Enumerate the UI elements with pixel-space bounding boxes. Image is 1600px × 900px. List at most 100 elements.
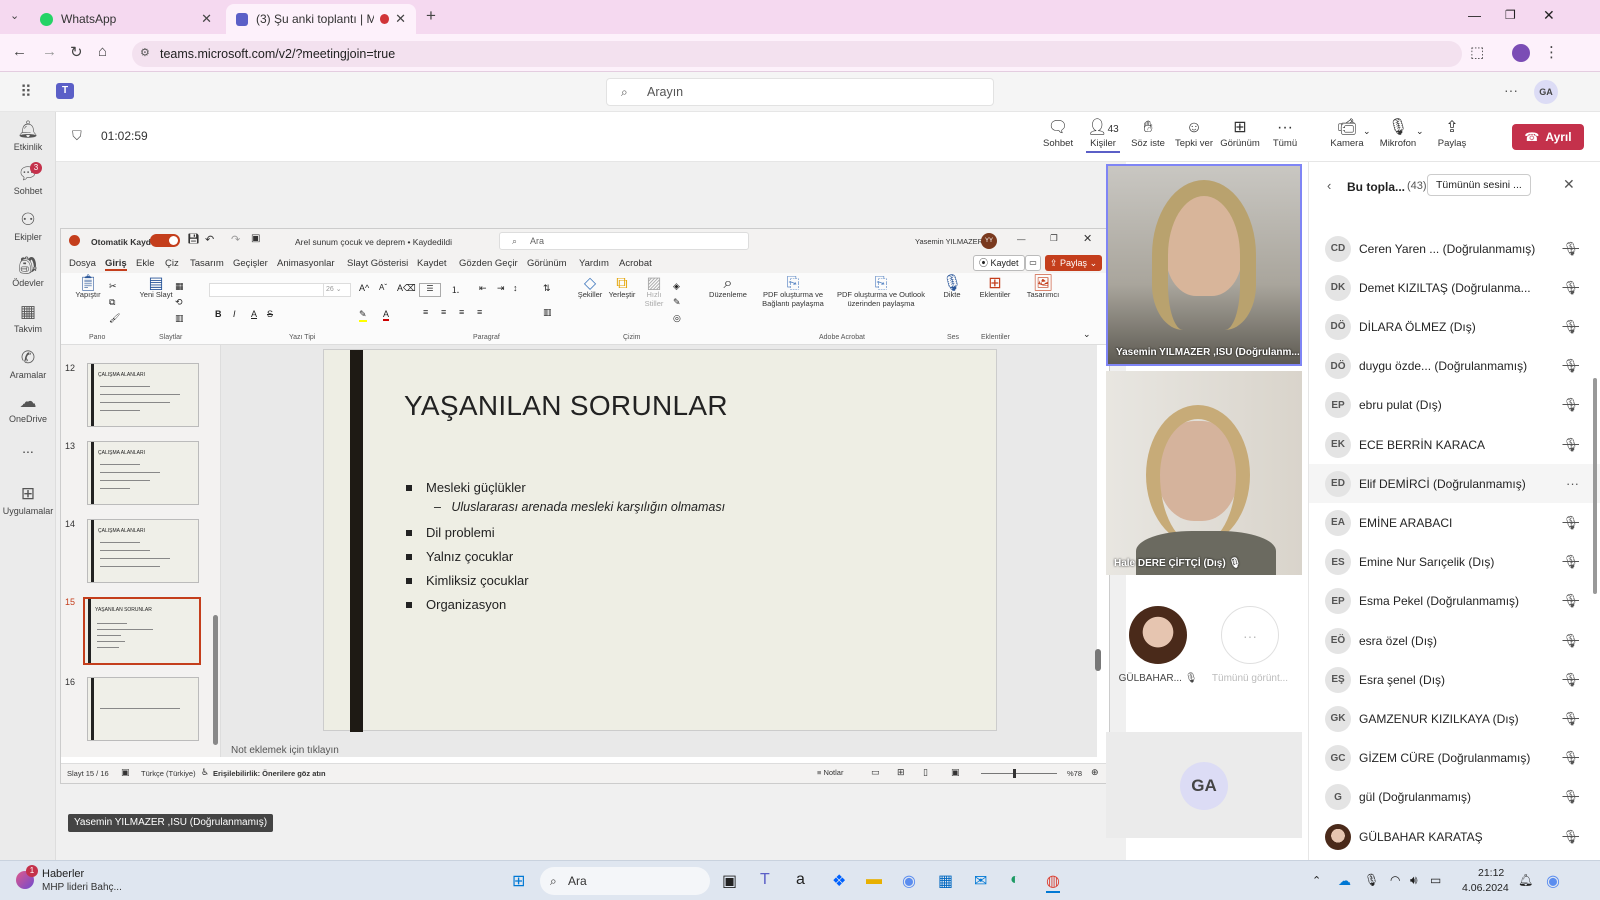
- ppt-user-name[interactable]: Yasemin YILMAZER: [915, 237, 983, 246]
- notes-toggle-button[interactable]: ≡ Notlar: [817, 768, 843, 777]
- close-icon[interactable]: ✕: [1563, 176, 1575, 193]
- new-slide-button[interactable]: ▤ Yeni Slayt: [139, 276, 173, 300]
- mic-off-icon[interactable]: 🎙︎: [1562, 554, 1579, 570]
- format-painter-icon[interactable]: 🖌︎: [109, 313, 120, 324]
- cut-icon[interactable]: ✂: [109, 281, 117, 292]
- slide-thumbnail-16[interactable]: [87, 677, 199, 741]
- ppt-search-input[interactable]: ⌕ Ara: [499, 232, 749, 250]
- bold-icon[interactable]: B: [215, 309, 222, 319]
- self-video-tile[interactable]: GA: [1106, 732, 1302, 838]
- mic-off-icon[interactable]: 🎙︎: [1562, 319, 1579, 335]
- menu-item-animations[interactable]: Animasyonlar: [277, 258, 335, 269]
- news-subtitle[interactable]: MHP lideri Bahç...: [42, 882, 122, 893]
- paste-button[interactable]: 📋︎ Yapıştır: [69, 276, 107, 300]
- more-button[interactable]: ··· Tümü: [1270, 118, 1300, 149]
- sorter-view-icon[interactable]: ⊞: [897, 767, 905, 778]
- participant-row[interactable]: CD Ceren Yaren ... (Doğrulanmamış) 🎙︎: [1309, 229, 1600, 268]
- copy-icon[interactable]: ⧉: [109, 297, 115, 308]
- new-tab-icon[interactable]: +: [426, 6, 436, 26]
- ppt-save-button[interactable]: ⦿ Kaydet: [973, 255, 1025, 271]
- rail-item-calendar[interactable]: ▦ Takvim: [0, 302, 56, 334]
- store-icon[interactable]: ▦: [938, 871, 953, 891]
- rail-item-assignments[interactable]: 🎒︎ Ödevler: [0, 256, 56, 288]
- menu-item-acrobat[interactable]: Acrobat: [619, 258, 652, 269]
- slide-scrollbar[interactable]: [1095, 649, 1101, 671]
- participant-row[interactable]: Ggül (Doğrulanmamış) 🎙︎: [1309, 778, 1600, 817]
- designer-button[interactable]: 🖼︎ Tasarımcı: [1021, 276, 1065, 300]
- teams-search-input[interactable]: ⌕ Arayın: [606, 78, 994, 106]
- language-indicator[interactable]: Türkçe (Türkiye): [141, 769, 196, 778]
- edge-icon[interactable]: ◐: [1010, 871, 1020, 889]
- rail-item-calls[interactable]: ✆ Aramalar: [0, 348, 56, 380]
- mic-off-icon[interactable]: 🎙︎: [1562, 358, 1579, 374]
- columns-icon[interactable]: ▥: [543, 307, 552, 318]
- react-button[interactable]: ☺ Tepki ver: [1174, 118, 1214, 149]
- slide-sub-bullet[interactable]: – Uluslararası arenada mesleki karşılığı…: [434, 500, 725, 514]
- text-direction-icon[interactable]: ⇅: [543, 283, 551, 294]
- people-button[interactable]: 👤︎43 Kişiler: [1086, 118, 1120, 153]
- slide-thumbnail-15[interactable]: YAŞANILAN SORUNLAR: [83, 597, 201, 665]
- menu-item-design[interactable]: Tasarım: [190, 258, 224, 269]
- collapse-ribbon-icon[interactable]: ⌄: [1083, 329, 1091, 340]
- participant-row[interactable]: GÜLBAHAR KARATAŞ 🎙︎: [1309, 817, 1600, 856]
- menu-item-transitions[interactable]: Geçişler: [233, 258, 268, 269]
- comments-icon[interactable]: ▭: [1025, 255, 1041, 271]
- pdf-link-share-button[interactable]: ⎘ PDF oluşturma ve Bağlantı paylaşma: [757, 276, 829, 309]
- rail-item-onedrive[interactable]: ☁ OneDrive: [0, 392, 56, 424]
- pdf-outlook-share-button[interactable]: ⎘ PDF oluşturma ve Outlook üzerinden payl…: [831, 276, 931, 309]
- menu-item-insert[interactable]: Ekle: [136, 258, 154, 269]
- close-window-icon[interactable]: ✕: [1543, 7, 1555, 24]
- participant-row[interactable]: EŞ Esra şenel (Dış) 🎙︎: [1309, 660, 1600, 699]
- redo-icon[interactable]: ↷: [231, 233, 240, 246]
- shape-fill-icon[interactable]: ◈: [673, 281, 680, 292]
- slide-bullet[interactable]: Dil problemi: [406, 525, 495, 540]
- forward-icon[interactable]: →: [42, 43, 57, 60]
- clear-format-icon[interactable]: A⌫: [397, 283, 416, 294]
- rail-item-teams[interactable]: ⚇ Ekipler: [0, 210, 56, 242]
- align-left-icon[interactable]: ≡: [423, 307, 428, 317]
- font-color-icon[interactable]: A: [383, 309, 390, 321]
- participant-row[interactable]: EP Esma Pekel (Doğrulanmamış) 🎙︎: [1309, 582, 1600, 621]
- copilot-icon[interactable]: ◉: [902, 871, 916, 891]
- zoom-level[interactable]: %78: [1067, 769, 1082, 778]
- rail-item-chat[interactable]: 💬︎ Sohbet 3: [0, 162, 56, 196]
- ppt-user-avatar[interactable]: YY: [981, 233, 997, 249]
- taskbar-search[interactable]: ⌕ Ara: [540, 867, 710, 895]
- menu-item-draw[interactable]: Çiz: [165, 258, 179, 269]
- profile-avatar[interactable]: [1512, 44, 1530, 62]
- clock-time[interactable]: 21:12: [1478, 867, 1504, 879]
- volume-icon[interactable]: 🔊︎: [1410, 873, 1418, 888]
- participant-row[interactable]: GK GAMZENUR KIZILKAYA (Dış) 🎙︎: [1309, 699, 1600, 738]
- close-icon[interactable]: ✕: [1083, 232, 1092, 245]
- menu-item-slideshow[interactable]: Slayt Gösterisi: [347, 258, 408, 269]
- mic-tray-icon[interactable]: 🎙︎: [1364, 873, 1379, 887]
- addins-button[interactable]: ⊞ Eklentiler: [975, 276, 1015, 300]
- more-options-icon[interactable]: ···: [1566, 476, 1579, 491]
- participant-row[interactable]: EK ECE BERRİN KARACA 🎙︎: [1309, 425, 1600, 464]
- mic-off-icon[interactable]: 🎙︎: [1562, 593, 1579, 609]
- slide-bullet[interactable]: Mesleki güçlükler: [406, 480, 526, 495]
- participant-row[interactable]: EA EMİNE ARABACI 🎙︎: [1309, 503, 1600, 542]
- fit-slide-icon[interactable]: ⊕: [1091, 767, 1099, 778]
- chat-button[interactable]: 🗨︎ Sohbet: [1043, 118, 1073, 149]
- share-button[interactable]: ⇪ Paylaş: [1436, 118, 1468, 149]
- app-launcher-icon[interactable]: ⠿: [20, 82, 32, 102]
- menu-item-record[interactable]: Kaydet: [417, 258, 447, 269]
- menu-item-view[interactable]: Görünüm: [527, 258, 567, 269]
- decrease-font-icon[interactable]: Aˇ: [379, 283, 387, 292]
- section-icon[interactable]: ▥: [175, 313, 184, 324]
- wifi-icon[interactable]: ◠: [1390, 873, 1400, 887]
- clock-date[interactable]: 4.06.2024: [1462, 882, 1509, 894]
- participant-row[interactable]: ES Emine Nur Sarıçelik (Dış) 🎙︎: [1309, 543, 1600, 582]
- task-view-icon[interactable]: ▣: [722, 871, 737, 891]
- strikethrough-icon[interactable]: S: [267, 309, 273, 319]
- show-hidden-icons[interactable]: ⌃: [1312, 874, 1321, 887]
- dictate-button[interactable]: 🎙︎ Dikte: [937, 276, 967, 300]
- home-icon[interactable]: ⌂: [98, 43, 107, 60]
- reload-icon[interactable]: ↻: [70, 43, 83, 61]
- video-tile-participant[interactable]: Hale DERE ÇİFTÇİ (Dış) 🎙︎: [1106, 371, 1302, 575]
- quick-styles-button[interactable]: ▨ Hızlı Stiller: [639, 276, 669, 309]
- present-icon[interactable]: ▣: [251, 233, 260, 244]
- mic-off-icon[interactable]: 🎙︎: [1562, 241, 1579, 257]
- slide-bullet[interactable]: Organizasyon: [406, 597, 506, 612]
